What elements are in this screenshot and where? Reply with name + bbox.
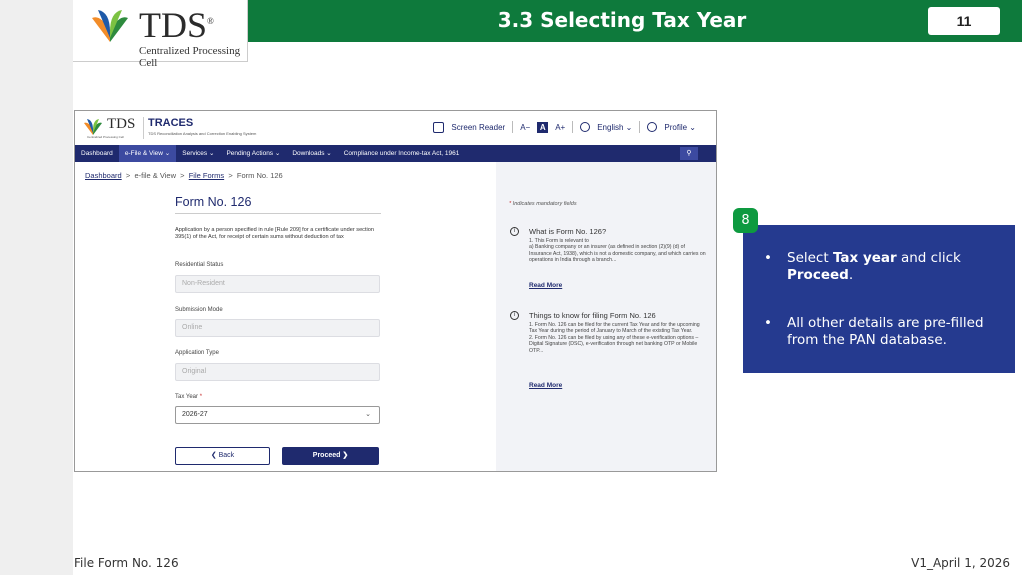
globe-icon	[580, 122, 591, 132]
screenshot-frame: TDS Centralized Processing Cell TRACES T…	[74, 110, 717, 472]
proceed-button[interactable]: Proceed ❯	[282, 447, 379, 465]
nav-pending-actions[interactable]: Pending Actions ⌄	[220, 145, 286, 162]
breadcrumb-file-forms[interactable]: File Forms	[189, 171, 224, 180]
search-icon[interactable]: ⚲	[680, 147, 698, 160]
breadcrumb: Dashboard > e-file & View > File Forms >…	[85, 171, 283, 180]
required-marker: *	[199, 394, 203, 400]
nav-services[interactable]: Services ⌄	[176, 145, 220, 162]
screen-reader-link[interactable]: Screen Reader	[451, 123, 505, 132]
info-section-text: 1. Form No. 126 can be filed for the cur…	[529, 322, 700, 354]
breadcrumb-efile: e-file & View	[134, 171, 176, 180]
chevron-down-icon: ⌄	[365, 411, 371, 418]
breadcrumb-separator: >	[228, 171, 233, 180]
breadcrumb-separator: >	[180, 171, 185, 180]
left-strip	[0, 0, 73, 575]
logo-subtitle: Centralized Processing Cell	[139, 45, 241, 69]
residential-status-label: Residential Status	[175, 262, 224, 268]
site-logo-text: TDS	[107, 116, 136, 132]
info-icon: i	[510, 311, 519, 320]
form-description: Application by a person specified in rul…	[175, 227, 375, 241]
breadcrumb-dashboard[interactable]: Dashboard	[85, 171, 122, 180]
back-button[interactable]: ❮ Back	[175, 447, 270, 465]
info-section-title: What is Form No. 126?	[529, 227, 607, 236]
nav-compliance[interactable]: Compliance under Income-tax Act, 1961	[338, 145, 466, 162]
traces-subtitle: TDS Reconciliation Analysis and Correcti…	[148, 131, 257, 136]
submission-mode-field: Online	[175, 319, 380, 337]
callout-bullet: • All other details are pre-filled from …	[764, 315, 984, 348]
screen-reader-icon	[433, 121, 445, 133]
language-select[interactable]: English ⌄	[597, 123, 632, 132]
info-icon: i	[510, 227, 519, 236]
font-normal-button[interactable]: A	[537, 121, 549, 133]
tds-logo: TDS® Centralized Processing Cell	[73, 0, 248, 69]
mandatory-note: * Indicates mandatory fields	[509, 201, 577, 207]
font-decrease-button[interactable]: A−	[520, 123, 530, 132]
read-more-link[interactable]: Read More	[529, 282, 562, 289]
footer-right: V1_April 1, 2026	[911, 556, 1010, 570]
site-header: TDS Centralized Processing Cell TRACES T…	[75, 111, 716, 145]
callout-bullet: • Select Tax year and click Proceed.	[764, 250, 961, 283]
traces-title: TRACES	[148, 117, 194, 129]
logo-text: TDS®	[139, 5, 214, 45]
callout-box	[743, 225, 1015, 373]
site-logo-sub: Centralized Processing Cell	[87, 135, 124, 139]
footer-left: File Form No. 126	[74, 556, 179, 570]
info-section-title: Things to know for filing Form No. 126	[529, 311, 656, 320]
util-divider	[572, 121, 574, 133]
page-number: 11	[928, 7, 1000, 35]
submission-mode-label: Submission Mode	[175, 307, 223, 313]
util-divider	[639, 121, 641, 133]
tax-year-label: Tax Year *	[175, 394, 203, 400]
header-divider	[143, 117, 144, 139]
residential-status-field: Non-Resident	[175, 275, 380, 293]
breadcrumb-current: Form No. 126	[236, 171, 283, 180]
form-title: Form No. 126	[175, 195, 252, 209]
read-more-link[interactable]: Read More	[529, 382, 562, 389]
nav-efile-view[interactable]: e-File & View ⌄	[118, 145, 177, 162]
utility-bar: Screen Reader A− A A+ English ⌄ Profile …	[433, 121, 696, 133]
util-divider	[512, 121, 514, 133]
title-divider	[175, 213, 381, 214]
info-section-text: 1. This Form is relevant to a) Banking c…	[529, 238, 706, 264]
application-type-label: Application Type	[175, 350, 219, 356]
step-badge: 8	[733, 208, 758, 233]
site-logo-icon[interactable]	[82, 118, 104, 136]
nav-dashboard[interactable]: Dashboard	[75, 145, 119, 162]
profile-icon	[647, 122, 658, 132]
font-increase-button[interactable]: A+	[555, 123, 565, 132]
nav-downloads[interactable]: Downloads ⌄	[286, 145, 337, 162]
tax-year-select[interactable]: 2026-27 ⌄	[175, 406, 380, 424]
slide-title-bar: 3.3 Selecting Tax Year 11	[222, 0, 1022, 42]
slide-title: 3.3 Selecting Tax Year	[497, 8, 747, 32]
main-nav: Dashboard e-File & View ⌄ Services ⌄ Pen…	[75, 145, 716, 162]
tax-year-value: 2026-27	[182, 411, 208, 418]
application-type-field: Original	[175, 363, 380, 381]
profile-menu[interactable]: Profile ⌄	[664, 123, 696, 132]
leaf-logo-icon	[92, 10, 128, 42]
breadcrumb-separator: >	[125, 171, 131, 180]
